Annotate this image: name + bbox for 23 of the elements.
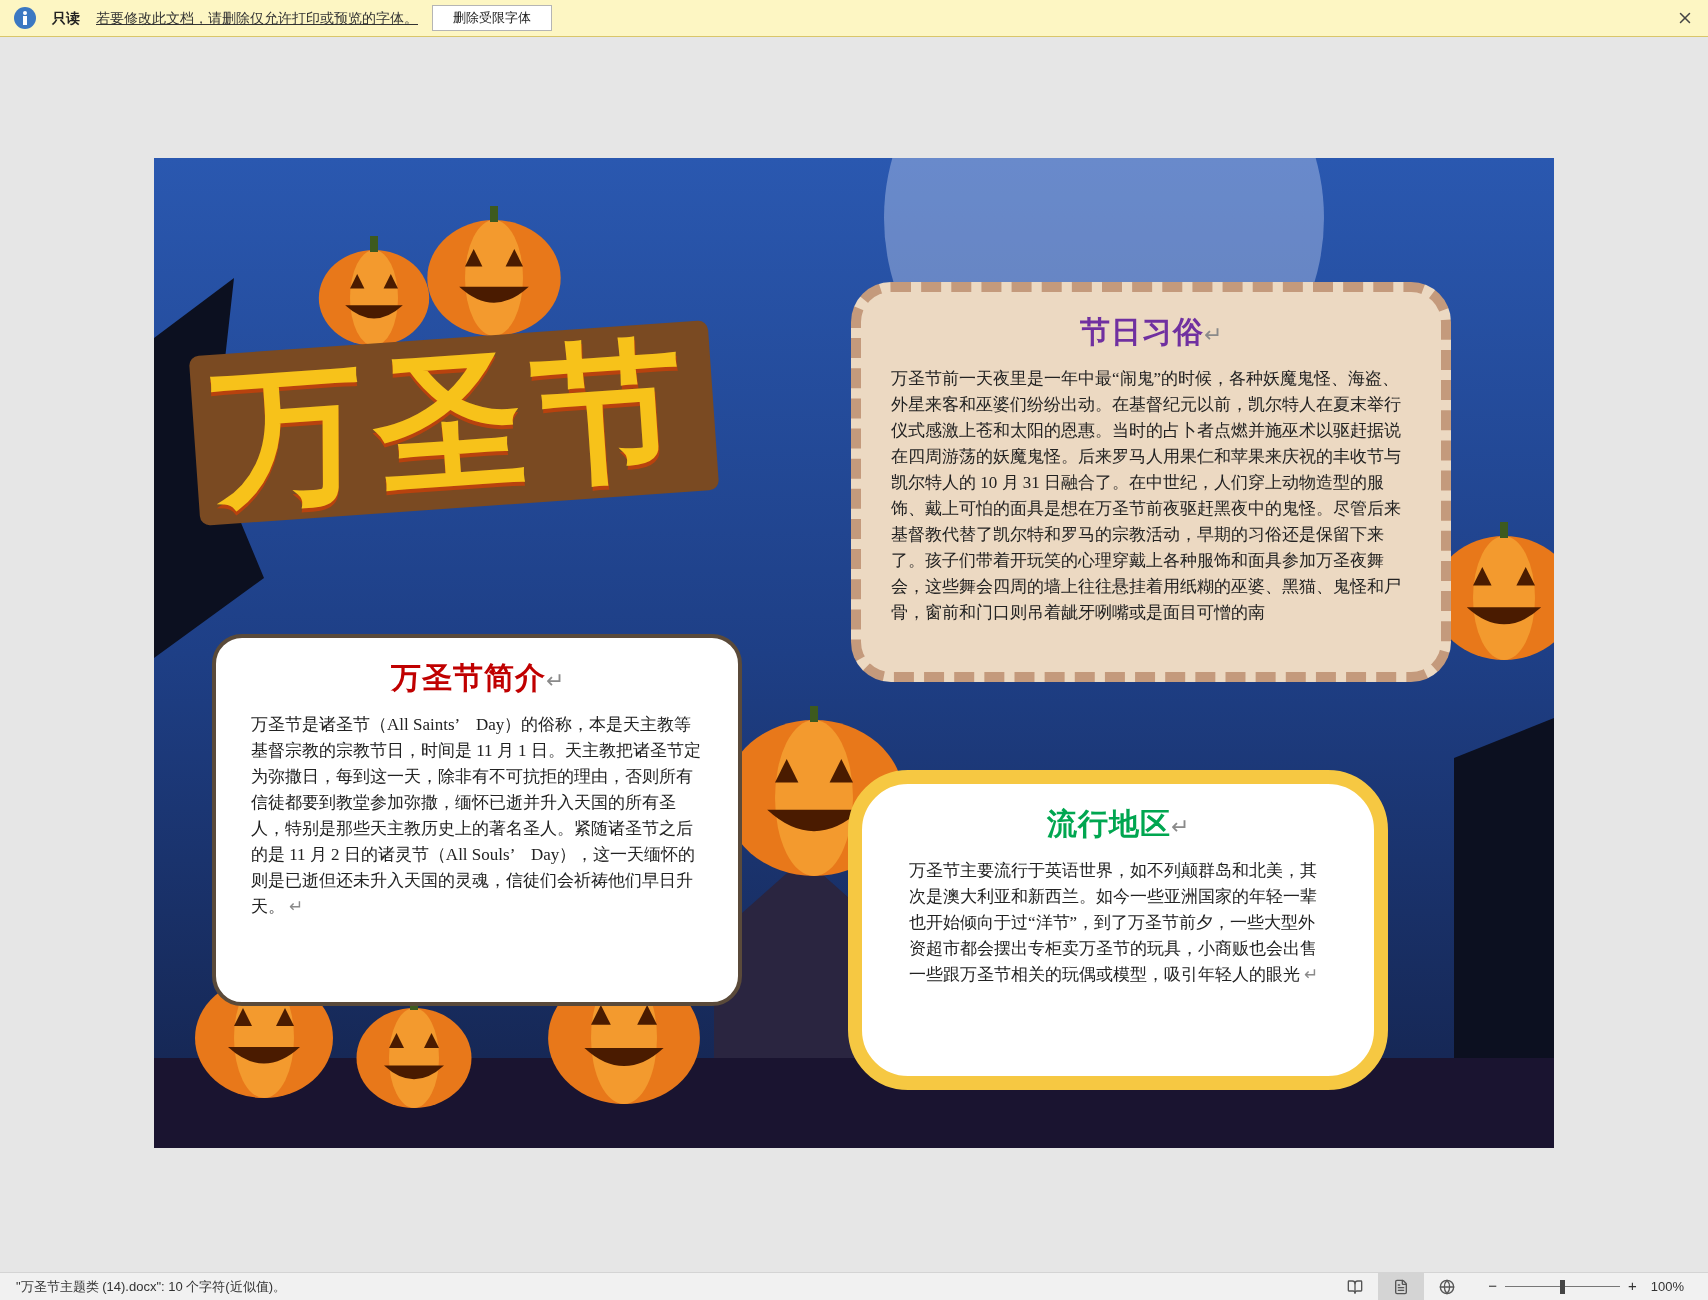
globe-icon [1439, 1278, 1456, 1295]
info-link[interactable]: 若要修改此文档，请删除仅允许打印或预览的字体。 [96, 7, 418, 29]
panel-heading: 节日习俗 [1080, 314, 1204, 350]
zoom-slider[interactable] [1505, 1279, 1620, 1294]
panel-heading: 流行地区 [1047, 806, 1171, 842]
panel-paragraph: 万圣节是诸圣节（All Saints’ Day）的俗称，本是天主教等基督宗教的宗教节日，时间是 11 月 1 日。天主教把诸圣节定为弥撒日，每到这一天，除非有不可抗拒的理由，否则所有信徒都要到教堂参加弥撒，缅怀已逝并升入天国的所有圣人，特别是那些天主教历史上的著名圣人。紧随诸圣节之后的是 11 月 2 日的诸灵节（All Souls’ Day），这一天缅怀的则是已逝但还未升入天国的灵魂，信徒们会祈祷他们早日升天。 ↵ [250, 714, 702, 918]
panel-paragraph: 万圣节前一天夜里是一年中最“闹鬼”的时候，各种妖魔鬼怪、海盗、外星来客和巫婆们纷纷出动。在基督纪元以前，凯尔特人在夏末举行仪式感激上苍和太阳的恩惠。当时的占卜者点燃并施巫术以驱赶据说在四周游荡的妖魔鬼怪。后来罗马人用果仁和苹果来庆祝的丰收节与凯尔特人的 10 月 31 日融合了。在中世纪，人们穿上动物造型的服饰、戴上可怕的面具是想在万圣节前夜驱赶黑夜中的鬼怪。尽管后来基督教代替了凯尔特和罗马的宗教活动，早期的习俗还是保留下来了。孩子们带着开玩笑的心理穿戴上各种服饰和面具参加万圣夜舞会，这些舞会四周的墙上往往悬挂着用纸糊的巫婆、黑猫、鬼怪和尸骨，窗前和门口则吊着龇牙咧嘴或是面目可憎的南 [890, 368, 1402, 624]
paragraph-mark: ↵ [545, 667, 564, 695]
zoom-percent[interactable]: 100% [1650, 1276, 1684, 1297]
status-text: "万圣节主题类 (14).docx": 10 个字符(近似值)。 [16, 1277, 286, 1296]
zoom-out-button[interactable]: − [1488, 1275, 1497, 1298]
paragraph-mark: ↵ [1204, 321, 1222, 349]
zoom-in-button[interactable]: + [1628, 1275, 1637, 1298]
view-button[interactable] [1378, 1273, 1425, 1300]
book-icon [1347, 1278, 1364, 1295]
panel-paragraph: 万圣节主要流行于英语世界，如不列颠群岛和北美，其次是澳大利亚和新西兰。如今一些亚洲国家的年轻一辈也开始倾向于过“洋节”，到了万圣节前夕，一些大型外资超市都会摆出专柜卖万圣节的玩具，小商贩也会出售一些跟万圣节相关的玩偶或模型，吸引年轻人的眼光 ↵ [908, 860, 1319, 986]
panel-heading: 万圣节简介 [390, 660, 546, 696]
zoom-thumb[interactable] [1560, 1279, 1566, 1294]
readonly-label: 只读 [52, 8, 80, 28]
info-icon [14, 7, 36, 29]
remove-fonts-button[interactable]: 删除受限字体 [432, 5, 552, 31]
paragraph-mark: ↵ [1171, 813, 1189, 841]
document-icon [1393, 1278, 1410, 1295]
